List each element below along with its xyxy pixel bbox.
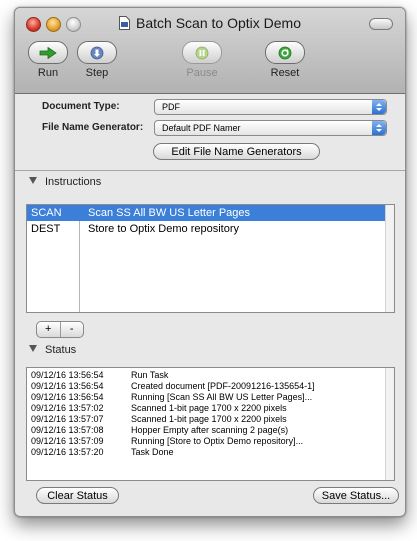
instruction-description: Store to Optix Demo repository xyxy=(88,223,240,235)
clear-status-button[interactable]: Clear Status xyxy=(36,487,119,504)
pause-label: Pause xyxy=(186,67,218,79)
instructions-header[interactable]: Instructions xyxy=(29,176,101,188)
step-label: Step xyxy=(85,67,109,79)
step-toolbar-item[interactable]: Step xyxy=(67,41,127,79)
instruction-description: Scan SS All BW US Letter Pages xyxy=(88,207,251,219)
reset-icon xyxy=(278,46,292,59)
pause-button[interactable] xyxy=(182,41,222,64)
instruction-command: DEST xyxy=(31,223,61,235)
log-line: 09/12/16 13:56:54 Created document [PDF-2… xyxy=(31,381,315,391)
instruction-row-scan[interactable]: SCAN Scan SS All BW US Letter Pages xyxy=(27,205,394,221)
step-icon xyxy=(90,46,104,59)
status-header[interactable]: Status xyxy=(29,344,76,356)
window-title-bar: Batch Scan to Optix Demo xyxy=(15,15,405,31)
disclosure-triangle-icon[interactable] xyxy=(29,345,37,352)
instructions-table[interactable]: SCAN Scan SS All BW US Letter Pages DEST… xyxy=(26,204,395,313)
run-arrow-icon xyxy=(39,46,57,59)
disclosure-triangle-icon[interactable] xyxy=(29,177,37,184)
log-line: 09/12/16 13:57:08 Hopper Empty after scan… xyxy=(31,425,289,435)
instructions-header-label: Instructions xyxy=(45,176,102,188)
pause-toolbar-item[interactable]: Pause xyxy=(172,41,232,79)
window-title: Batch Scan to Optix Demo xyxy=(136,15,301,31)
title-toolbar-area: Batch Scan to Optix Demo Run Step Pause … xyxy=(15,8,405,94)
add-remove-control: + - xyxy=(36,321,84,338)
popup-arrows-icon xyxy=(372,100,386,114)
log-line: 09/12/16 13:56:54 Run Task xyxy=(31,370,169,380)
file-name-generator-label: File Name Generator: xyxy=(42,122,144,133)
run-button[interactable] xyxy=(28,41,68,64)
app-window: Batch Scan to Optix Demo Run Step Pause … xyxy=(14,7,406,517)
log-line: 09/12/16 13:56:54 Running [Scan SS All BW… xyxy=(31,392,313,402)
log-line: 09/12/16 13:57:02 Scanned 1-bit page 1700… xyxy=(31,403,287,413)
instruction-command: SCAN xyxy=(31,207,62,219)
status-header-label: Status xyxy=(45,344,77,356)
file-name-generator-value: Default PDF Namer xyxy=(162,123,241,133)
log-line: 09/12/16 13:57:20 Task Done xyxy=(31,447,174,457)
document-type-popup[interactable]: PDF xyxy=(154,99,387,115)
status-scrollbar[interactable] xyxy=(385,368,394,480)
popup-arrows-icon xyxy=(372,121,386,135)
add-instruction-button[interactable]: + xyxy=(37,322,60,337)
remove-instruction-button[interactable]: - xyxy=(59,322,84,337)
log-line: 09/12/16 13:57:07 Scanned 1-bit page 1700… xyxy=(31,414,287,424)
instruction-row-dest[interactable]: DEST Store to Optix Demo repository xyxy=(27,221,394,237)
status-log[interactable]: 09/12/16 13:56:54 Run Task 09/12/16 13:56… xyxy=(26,367,395,481)
document-type-label: Document Type: xyxy=(42,101,120,112)
pause-icon xyxy=(195,46,209,59)
reset-label: Reset xyxy=(270,67,300,79)
divider xyxy=(15,170,405,171)
reset-button[interactable] xyxy=(265,41,305,64)
step-button[interactable] xyxy=(77,41,117,64)
document-type-value: PDF xyxy=(162,102,180,112)
edit-file-name-generators-button[interactable]: Edit File Name Generators xyxy=(153,143,320,160)
document-icon xyxy=(119,16,131,30)
log-line: 09/12/16 13:57:09 Running [Store to Optix… xyxy=(31,436,304,446)
toolbar-toggle-button[interactable] xyxy=(369,18,393,30)
save-status-button[interactable]: Save Status... xyxy=(313,487,399,504)
file-name-generator-popup[interactable]: Default PDF Namer xyxy=(154,120,387,136)
instructions-scrollbar[interactable] xyxy=(385,205,394,312)
reset-toolbar-item[interactable]: Reset xyxy=(255,41,315,79)
